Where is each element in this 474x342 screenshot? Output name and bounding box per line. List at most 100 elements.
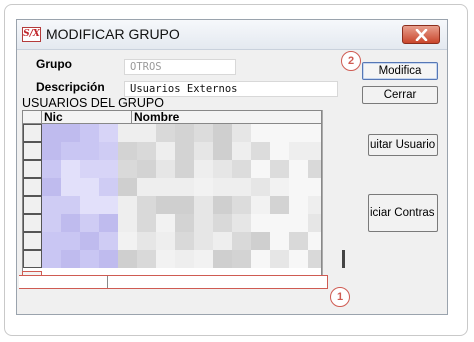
redacted-cell (270, 250, 289, 268)
redacted-cell (80, 232, 99, 250)
row-selector[interactable] (23, 214, 42, 232)
redacted-cell (137, 250, 156, 268)
redacted-cell (80, 178, 99, 196)
redacted-cell (194, 196, 213, 214)
redacted-cell (80, 250, 99, 268)
redacted-cell (251, 232, 270, 250)
redacted-cell (251, 214, 270, 232)
redacted-cell (42, 214, 61, 232)
redacted-cell (175, 142, 194, 160)
redacted-cell (194, 232, 213, 250)
redacted-cell (156, 250, 175, 268)
close-icon (415, 29, 428, 41)
redacted-cell (118, 124, 137, 142)
column-header-nic[interactable]: Nic (42, 111, 132, 124)
row-selector[interactable] (23, 142, 42, 160)
redacted-cell (118, 250, 137, 268)
redacted-cell (308, 178, 321, 196)
redacted-cell (251, 178, 270, 196)
redacted-cell (213, 196, 232, 214)
redacted-cell (289, 142, 308, 160)
redacted-cell (61, 124, 80, 142)
redacted-cell (61, 250, 80, 268)
redacted-cell (270, 160, 289, 178)
redacted-cell (308, 196, 321, 214)
redacted-cell (213, 250, 232, 268)
redacted-cell (251, 124, 270, 142)
annotation-badge-1: 1 (330, 287, 350, 307)
redacted-cell (270, 178, 289, 196)
redacted-cell (61, 178, 80, 196)
redacted-cell (42, 178, 61, 196)
new-row[interactable] (19, 275, 328, 289)
redacted-cell (175, 214, 194, 232)
redacted-cell (99, 232, 118, 250)
redacted-cell (175, 178, 194, 196)
redacted-cell (308, 160, 321, 178)
grupo-field[interactable]: OTROS (124, 59, 236, 75)
redacted-cell (270, 196, 289, 214)
redacted-cell (251, 250, 270, 268)
redacted-cell (232, 232, 251, 250)
redacted-cell (175, 232, 194, 250)
quitar-usuario-button[interactable]: uitar Usuario (368, 134, 438, 156)
redacted-cell (80, 142, 99, 160)
iniciar-contrasena-button[interactable]: iciar Contras (368, 194, 438, 232)
redacted-cell (194, 160, 213, 178)
redacted-cell (42, 196, 61, 214)
close-button[interactable] (402, 25, 440, 44)
row-selector[interactable] (23, 160, 42, 178)
redacted-cell (213, 160, 232, 178)
descripcion-field[interactable]: Usuarios Externos (124, 81, 338, 97)
redacted-cell (232, 124, 251, 142)
redacted-cell (308, 214, 321, 232)
row-selector[interactable] (23, 250, 42, 268)
redacted-cell (42, 160, 61, 178)
redacted-cell (194, 214, 213, 232)
redacted-cell (61, 214, 80, 232)
redacted-cell (99, 250, 118, 268)
redacted-cell (308, 232, 321, 250)
redacted-cell (213, 124, 232, 142)
scrollbar-thumb[interactable] (342, 250, 345, 268)
redacted-cell (118, 142, 137, 160)
redacted-cell (80, 124, 99, 142)
redacted-cell (137, 232, 156, 250)
redacted-cell (118, 232, 137, 250)
redacted-cell (175, 124, 194, 142)
redacted-cell (308, 124, 321, 142)
redacted-cell (137, 196, 156, 214)
title-bar: S/X MODIFICAR GRUPO (17, 20, 447, 50)
annotation-badge-2: 2 (341, 51, 361, 71)
redacted-cell (156, 160, 175, 178)
new-row-divider (107, 276, 108, 288)
redacted-cell (118, 160, 137, 178)
redacted-cell (232, 142, 251, 160)
redacted-cell (251, 160, 270, 178)
row-selector[interactable] (23, 232, 42, 250)
redacted-cell (156, 232, 175, 250)
redacted-cell (99, 214, 118, 232)
redacted-cell (80, 196, 99, 214)
redacted-cell (137, 160, 156, 178)
redacted-cell (289, 196, 308, 214)
redacted-cell (308, 142, 321, 160)
cerrar-button[interactable]: Cerrar (362, 86, 438, 104)
modifica-button[interactable]: Modifica (362, 62, 438, 80)
redacted-cell (156, 214, 175, 232)
column-header-nombre[interactable]: Nombre (132, 111, 321, 124)
redacted-cell (232, 196, 251, 214)
row-selector[interactable] (23, 124, 42, 142)
redacted-cell (156, 124, 175, 142)
redacted-cell (137, 142, 156, 160)
users-grid[interactable]: Nic Nombre (22, 110, 322, 288)
redacted-cell (118, 178, 137, 196)
redacted-cell (270, 214, 289, 232)
redacted-cell (80, 160, 99, 178)
redacted-cell (194, 178, 213, 196)
row-selector[interactable] (23, 178, 42, 196)
row-selector[interactable] (23, 196, 42, 214)
redacted-cell (213, 178, 232, 196)
redacted-cell (118, 214, 137, 232)
redacted-cell (156, 142, 175, 160)
